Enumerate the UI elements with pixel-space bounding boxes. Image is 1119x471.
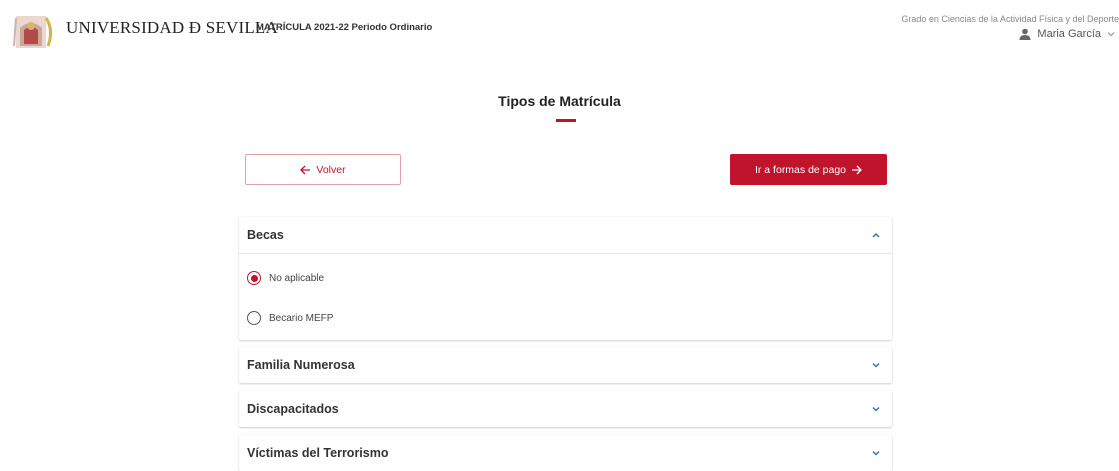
page-title: Tipos de Matrícula [498,93,621,109]
section-familia-numerosa-header[interactable]: Familia Numerosa [239,347,892,383]
section-title: Víctimas del Terrorismo [247,446,389,460]
back-button[interactable]: Volver [245,154,401,185]
radio-label: No aplicable [269,272,325,284]
app-header: UNIVERSIDAD Ð SEVILLA MATRÍCULA 2021-22 … [0,0,1119,64]
section-victimas-terrorismo: Víctimas del Terrorismo [239,435,892,471]
section-becas: Becas No aplicable Becario MEFP [239,217,892,340]
chevron-down-icon[interactable] [870,403,882,415]
section-discapacitados: Discapacitados [239,391,892,427]
course-title: MATRÍCULA 2021-22 Periodo Ordinario [256,22,433,33]
section-becas-header[interactable]: Becas [239,217,892,253]
radio-option-no-aplicable[interactable]: No aplicable [239,258,892,298]
degree-name: Grado en Ciencias de la Actividad Física… [901,14,1119,24]
chevron-up-icon[interactable] [870,229,882,241]
radio-label: Becario MEFP [269,312,334,324]
arrow-left-icon [300,165,311,174]
payment-methods-button[interactable]: Ir a formas de pago [730,154,887,185]
section-victimas-terrorismo-header[interactable]: Víctimas del Terrorismo [239,435,892,471]
user-icon [1019,28,1031,40]
radio-option-becario-mefp[interactable]: Becario MEFP [239,298,892,338]
university-seal-logo[interactable] [10,10,56,52]
back-button-label: Volver [316,163,346,176]
university-name: UNIVERSIDAD Ð SEVILLA [66,18,278,37]
payment-methods-button-label: Ir a formas de pago [754,163,847,176]
title-underline [556,119,576,122]
section-title: Discapacitados [247,402,339,416]
radio-button-selected[interactable] [247,271,261,285]
radio-button[interactable] [247,311,261,325]
user-name: Maria García [1037,28,1101,40]
section-title: Becas [247,228,284,242]
section-title: Familia Numerosa [247,358,355,372]
user-menu[interactable]: Maria García [1019,28,1115,40]
section-discapacitados-header[interactable]: Discapacitados [239,391,892,427]
section-familia-numerosa: Familia Numerosa [239,347,892,383]
chevron-down-icon[interactable] [870,359,882,371]
chevron-down-icon [1107,32,1115,37]
arrow-right-icon [852,165,862,174]
chevron-down-icon[interactable] [870,447,882,459]
section-becas-body: No aplicable Becario MEFP [239,253,892,340]
